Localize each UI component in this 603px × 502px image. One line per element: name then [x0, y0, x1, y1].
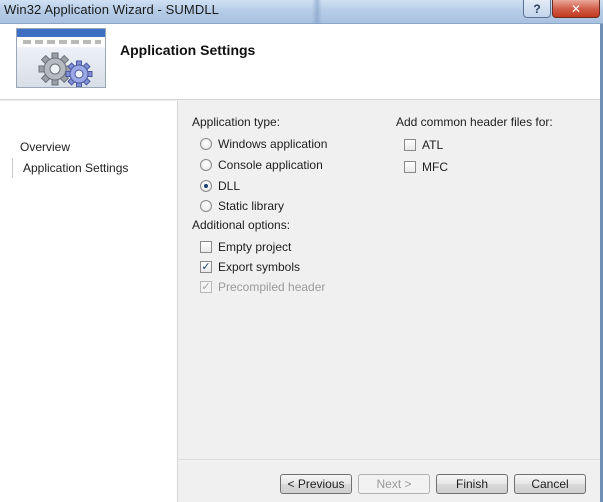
common-headers-label: Add common header files for:: [396, 115, 553, 129]
checkbox[interactable]: [404, 139, 416, 151]
checkbox[interactable]: [200, 241, 212, 253]
page-title: Application Settings: [120, 42, 256, 58]
wizard-client-area: Application Settings Overview Applicatio…: [0, 24, 603, 502]
wizard-header: Application Settings: [0, 24, 603, 100]
gears-graphic: [38, 52, 93, 87]
additional-options-label: Additional options:: [192, 218, 291, 232]
next-button: Next >: [358, 474, 430, 494]
radio-button[interactable]: [200, 200, 212, 212]
checkbox-checked-disabled: ✓: [200, 281, 212, 293]
checkbox-mfc[interactable]: MFC: [404, 158, 448, 176]
gears-icon: [16, 28, 106, 88]
checkbox-empty-project[interactable]: Empty project: [200, 238, 291, 256]
option-label: Export symbols: [218, 260, 301, 274]
nav-item-application-settings[interactable]: Application Settings: [12, 158, 128, 178]
help-button[interactable]: ?: [523, 0, 551, 18]
radio-button[interactable]: [200, 138, 212, 150]
checkbox-checked[interactable]: ✓: [200, 261, 212, 273]
nav-item-overview[interactable]: Overview: [12, 137, 70, 157]
title-bar: Win32 Application Wizard - SUMDLL ? ✕: [0, 0, 603, 24]
radio-console-application[interactable]: Console application: [200, 156, 323, 174]
wizard-nav: Overview Application Settings: [0, 101, 178, 502]
radio-static-library[interactable]: Static library: [200, 197, 284, 215]
cancel-button[interactable]: Cancel: [514, 474, 586, 494]
option-label: Empty project: [218, 240, 292, 254]
window-title: Win32 Application Wizard - SUMDLL: [4, 2, 219, 17]
option-label: Precompiled header: [218, 280, 326, 294]
previous-button[interactable]: < Previous: [280, 474, 352, 494]
footer-divider: [179, 459, 603, 460]
option-label: ATL: [422, 138, 444, 152]
radio-windows-application[interactable]: Windows application: [200, 135, 327, 153]
option-label: Windows application: [218, 137, 328, 151]
close-button[interactable]: ✕: [552, 0, 600, 18]
option-label: MFC: [422, 160, 448, 174]
checkbox-atl[interactable]: ATL: [404, 136, 443, 154]
settings-panel: Application type: Windows application Co…: [179, 101, 603, 502]
radio-button[interactable]: [200, 159, 212, 171]
radio-dll[interactable]: DLL: [200, 177, 240, 195]
application-type-label: Application type:: [192, 115, 281, 129]
checkbox-export-symbols[interactable]: ✓ Export symbols: [200, 258, 300, 276]
option-label: DLL: [218, 179, 241, 193]
option-label: Static library: [218, 199, 285, 213]
option-label: Console application: [218, 158, 323, 172]
title-bar-decoration: [312, 0, 322, 24]
checkbox[interactable]: [404, 161, 416, 173]
radio-button-selected[interactable]: [200, 180, 212, 192]
finish-button[interactable]: Finish: [436, 474, 508, 494]
checkbox-precompiled-header: ✓ Precompiled header: [200, 278, 325, 296]
